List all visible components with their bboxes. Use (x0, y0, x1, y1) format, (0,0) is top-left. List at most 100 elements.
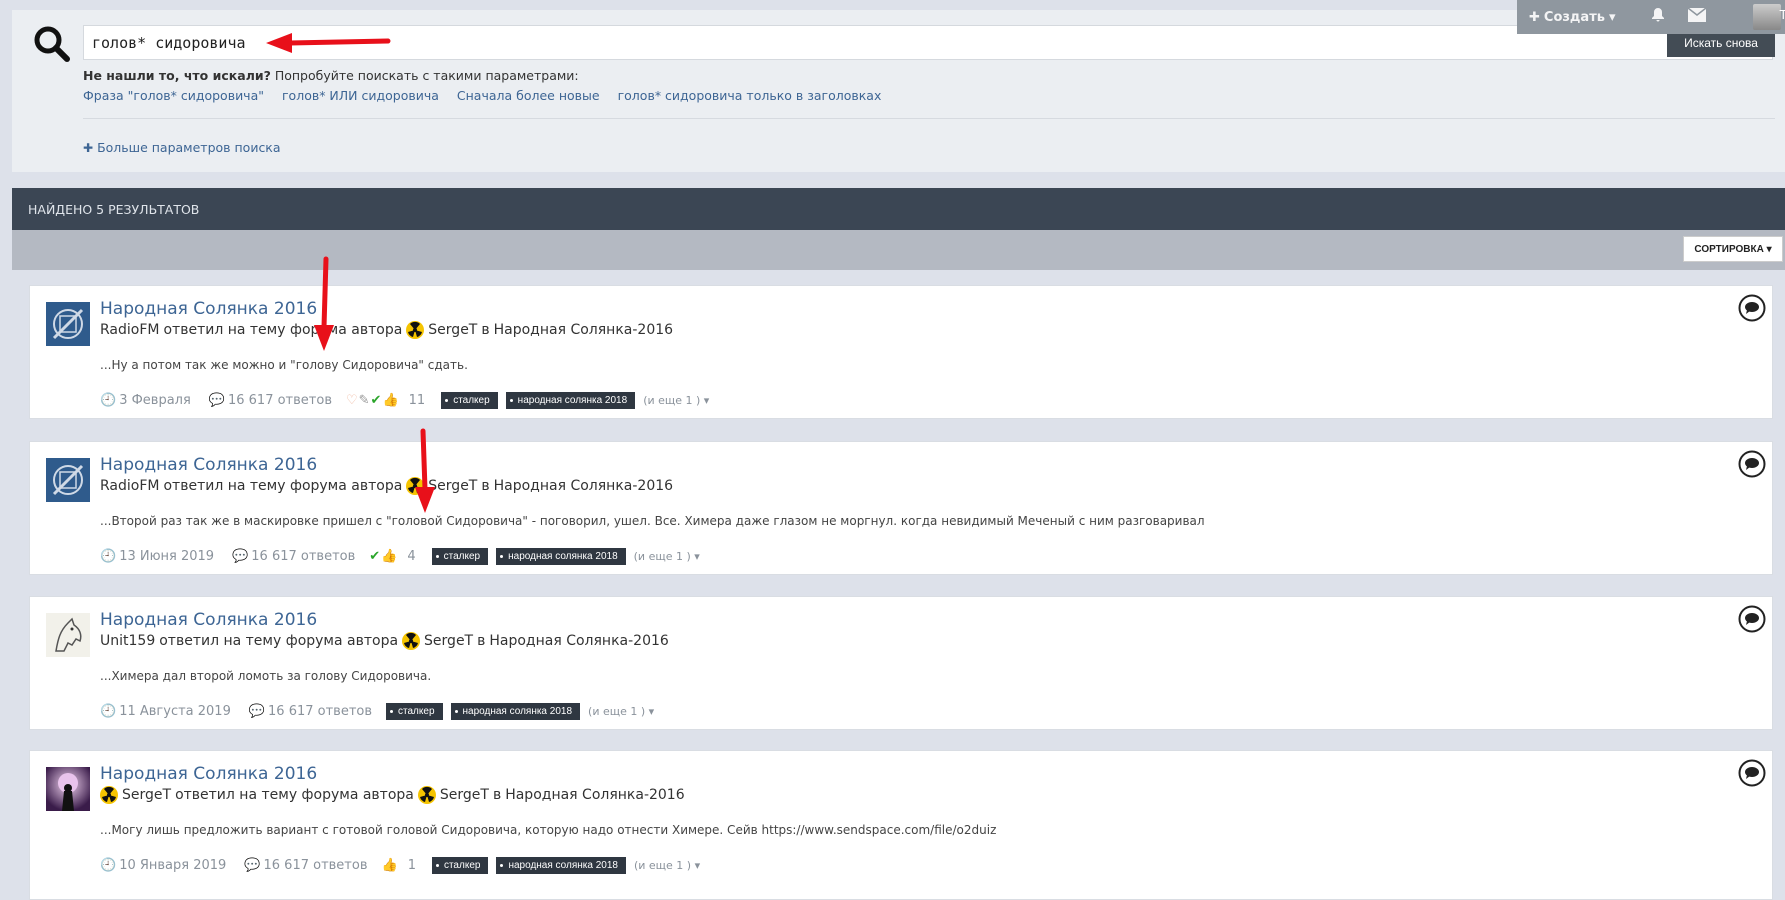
results-count-header: НАЙДЕНО 5 РЕЗУЛЬТАТОВ (12, 188, 1785, 230)
replies-text: 16 617 ответов (227, 393, 332, 408)
reaction-count: 4 (407, 549, 416, 564)
clock-icon: 🕘 (100, 549, 117, 564)
more-params-label: Больше параметров поиска (97, 140, 281, 155)
clock-icon: 🕘 (100, 704, 117, 719)
result-title-link[interactable]: Народная Солянка 2016 (100, 764, 317, 784)
clock-icon: 🕘 (100, 858, 117, 873)
more-tags-toggle[interactable]: (и еще 1 ) ▾ (588, 705, 654, 718)
more-tags-text: (и еще 1 ) (643, 394, 701, 407)
topic-author-link[interactable]: SergeT (440, 787, 489, 803)
tag[interactable]: народная солянка 2018 (496, 548, 626, 565)
result-date[interactable]: 🕘 13 Июня 2019 (100, 549, 214, 564)
user-bar: ✚ Создать ▾ T (1517, 0, 1785, 34)
search-icon (32, 24, 72, 64)
search-result-card: Народная Солянка 2016 RadioFM ответил на… (29, 285, 1773, 419)
forum-link[interactable]: Народная Солянка-2016 (505, 787, 684, 803)
comment-bubble-icon[interactable] (1738, 450, 1766, 478)
envelope-icon[interactable] (1687, 7, 1706, 26)
result-replies: 💬 16 617 ответов (249, 704, 372, 719)
plus-icon: ✚ (1529, 9, 1540, 25)
avatar[interactable] (46, 767, 90, 811)
suggestion-or-link[interactable]: голов* ИЛИ сидоровича (282, 88, 439, 103)
more-search-params-link[interactable]: ✚ Больше параметров поиска (83, 140, 281, 155)
author-link[interactable]: SergeT (122, 787, 171, 803)
reactions[interactable]: ♡ ✎ ✔ 👍 (346, 393, 399, 408)
result-stats: 🕘 11 Августа 2019 💬 16 617 ответов сталкер… (100, 703, 654, 720)
forum-link[interactable]: Народная Солянка-2016 (489, 633, 668, 649)
result-snippet: ...Могу лишь предложить вариант с готово… (100, 823, 997, 837)
result-snippet: ...Химера дал второй ломоть за голову Си… (100, 669, 432, 683)
tag[interactable]: сталкер (386, 703, 443, 720)
topic-author-link[interactable]: SergeT (424, 633, 473, 649)
bell-icon[interactable] (1650, 7, 1666, 27)
tag[interactable]: народная солянка 2018 (450, 703, 581, 720)
result-title-link[interactable]: Народная Солянка 2016 (100, 455, 317, 475)
tag[interactable]: сталкер (431, 548, 489, 565)
reactions[interactable]: ✔ 👍 (369, 549, 397, 564)
comment-icon: 💬 (248, 704, 266, 719)
date-text: 10 Января 2019 (119, 858, 227, 873)
result-date[interactable]: 🕘 3 Февраля (100, 393, 191, 408)
more-tags-toggle[interactable]: (и еще 1 ) ▾ (634, 550, 700, 563)
date-text: 13 Июня 2019 (119, 549, 215, 564)
sort-button[interactable]: СОРТИРОВКА ▾ (1683, 236, 1783, 262)
more-tags-toggle[interactable]: (и еще 1 ) ▾ (643, 394, 709, 407)
comment-bubble-icon[interactable] (1738, 605, 1766, 633)
try-params-text: Попробуйте поискать с такими параметрами… (270, 68, 579, 83)
forum-link[interactable]: Народная Солянка-2016 (494, 322, 673, 338)
forum-link[interactable]: Народная Солянка-2016 (494, 478, 673, 494)
avatar[interactable] (46, 458, 90, 502)
comment-bubble-icon[interactable] (1738, 294, 1766, 322)
create-menu-button[interactable]: ✚ Создать ▾ (1529, 10, 1616, 25)
tag[interactable]: народная солянка 2018 (505, 392, 636, 409)
tag[interactable]: народная солянка 2018 (496, 857, 626, 874)
result-date[interactable]: 🕘 11 Августа 2019 (100, 704, 231, 719)
more-tags-text: (и еще 1 ) (588, 705, 646, 718)
reaction-count: 11 (408, 393, 426, 408)
comment-icon: 💬 (208, 393, 225, 408)
action-text: ответил на тему форума автора (175, 787, 414, 803)
more-tags-toggle[interactable]: (и еще 1 ) ▾ (634, 859, 700, 872)
suggestion-newest-link[interactable]: Сначала более новые (457, 88, 600, 103)
create-label: Создать (1543, 9, 1605, 25)
date-text: 3 Февраля (119, 393, 191, 408)
result-title-link[interactable]: Народная Солянка 2016 (100, 610, 317, 630)
topic-author-link[interactable]: SergeT (428, 478, 477, 494)
avatar[interactable] (46, 613, 90, 657)
user-menu-letter[interactable]: T (1780, 8, 1785, 22)
check-reaction-icon: ✔ (370, 393, 382, 408)
action-text: ответил на тему форума автора (159, 633, 399, 649)
search-result-card: Народная Солянка 2016 Unit159 ответил на… (29, 596, 1773, 730)
suggestion-links: Фраза "голов* сидоровича" голов* ИЛИ сид… (83, 88, 881, 103)
suggestion-phrase-link[interactable]: Фраза "голов* сидоровича" (83, 88, 264, 103)
author-link[interactable]: RadioFM (100, 322, 159, 338)
comment-bubble-icon[interactable] (1738, 759, 1766, 787)
heart-reaction-icon: ♡ (345, 393, 358, 408)
action-text: ответил на тему форума автора (163, 322, 403, 338)
radiation-icon (402, 632, 421, 650)
result-meta: SergeT ответил на тему форума автора Ser… (100, 786, 685, 804)
user-avatar[interactable] (1753, 4, 1781, 30)
topic-author-link[interactable]: SergeT (428, 322, 477, 338)
search-panel: Искать снова Не нашли то, что искали? По… (12, 10, 1785, 172)
radiation-icon (406, 321, 425, 339)
suggestion-titles-link[interactable]: голов* сидоровича только в заголовках (618, 88, 882, 103)
in-word: в (481, 478, 490, 494)
avatar[interactable] (46, 302, 90, 346)
radiation-icon (417, 786, 436, 804)
thumbs-up-reaction-icon: 👍 (381, 549, 398, 564)
author-link[interactable]: Unit159 (100, 633, 155, 649)
replies-text: 16 617 ответов (251, 549, 356, 564)
clock-icon: 🕘 (100, 393, 117, 408)
wrench-reaction-icon: ✎ (358, 393, 370, 408)
tag[interactable]: сталкер (441, 392, 498, 409)
result-title-link[interactable]: Народная Солянка 2016 (100, 299, 317, 319)
tag[interactable]: сталкер (431, 857, 489, 874)
author-link[interactable]: RadioFM (100, 478, 159, 494)
result-date[interactable]: 🕘 10 Января 2019 (100, 858, 226, 873)
search-result-card: Народная Солянка 2016 SergeT ответил на … (29, 750, 1773, 900)
action-text: ответил на тему форума автора (163, 478, 403, 494)
reactions[interactable]: 👍 (382, 858, 398, 873)
check-reaction-icon: ✔ (369, 549, 381, 564)
results-count: НАЙДЕНО 5 РЕЗУЛЬТАТОВ (28, 201, 200, 217)
